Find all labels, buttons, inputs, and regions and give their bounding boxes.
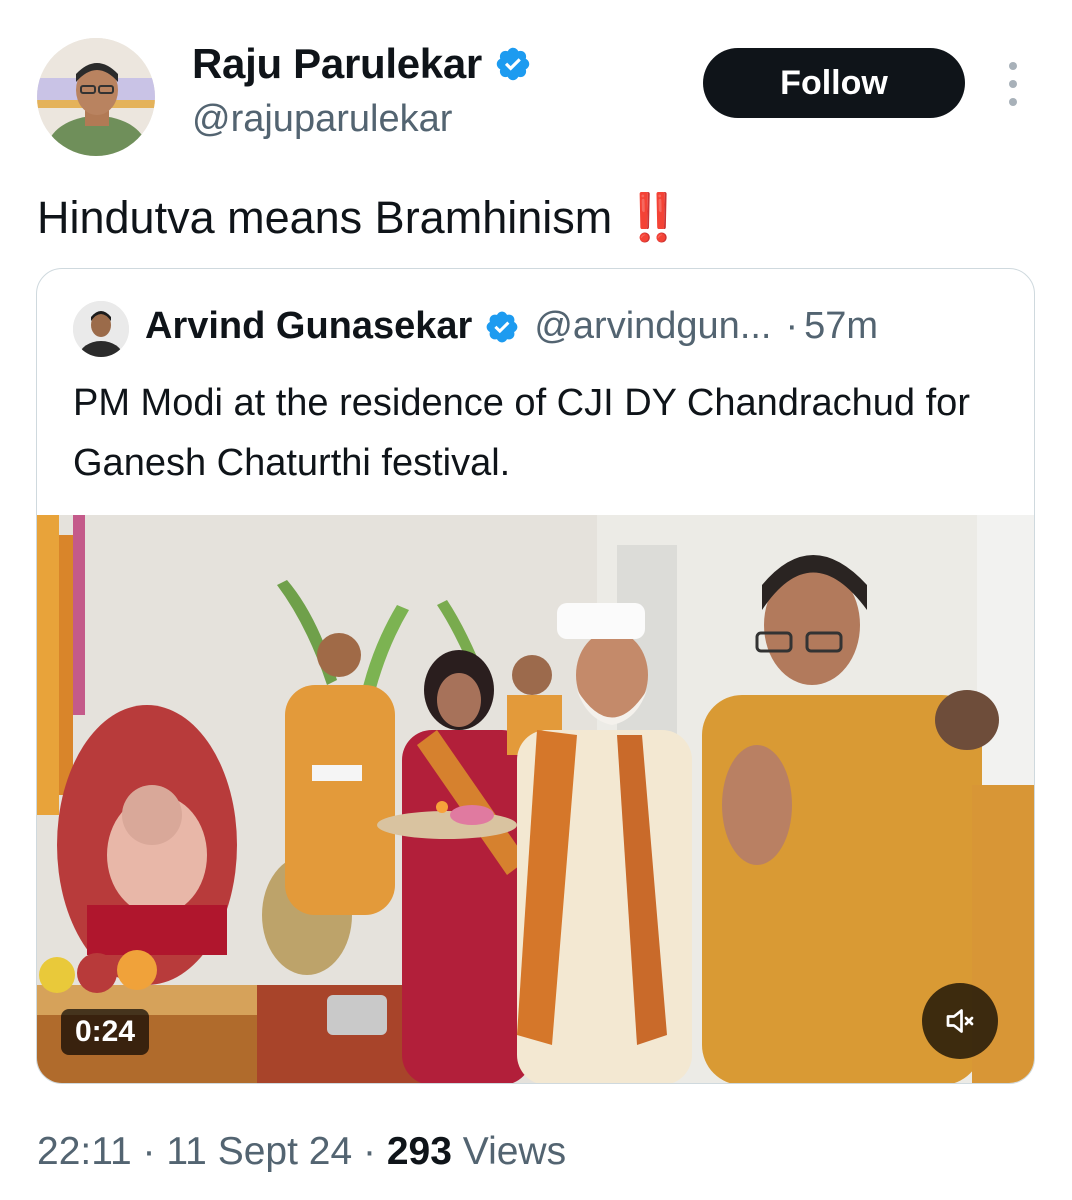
verified-badge-icon	[496, 47, 530, 81]
meta-separator: ·	[363, 1130, 376, 1173]
tweet-text-body: Hindutva means Bramhinism	[37, 192, 613, 243]
tweet-meta: 22:11 · 11 Sept 24 · 293 Views	[37, 1130, 566, 1174]
video-frame	[37, 515, 1034, 1083]
volume-muted-icon[interactable]	[922, 983, 998, 1059]
tweet-time[interactable]: 22:11	[37, 1130, 132, 1173]
views-count: 293	[386, 1130, 452, 1173]
tweet-date[interactable]: 11 Sept 24	[166, 1130, 352, 1173]
quoted-header: Arvind Gunasekar @arvindgun... · 57m	[145, 305, 878, 348]
tweet-text: Hindutva means Bramhinism ‼️	[37, 188, 682, 247]
video-duration-badge: 0:24	[61, 1009, 150, 1055]
author-name-row: Raju Parulekar	[192, 40, 532, 88]
quoted-author-avatar[interactable]	[73, 301, 129, 357]
author-avatar[interactable]	[37, 38, 155, 156]
quoted-tweet-card[interactable]: Arvind Gunasekar @arvindgun... · 57m PM …	[36, 268, 1035, 1084]
quoted-author-name[interactable]: Arvind Gunasekar	[145, 305, 472, 348]
author-handle[interactable]: @rajuparulekar	[192, 98, 452, 141]
follow-button[interactable]: Follow	[703, 48, 965, 118]
meta-separator: ·	[142, 1130, 156, 1173]
quoted-tweet-text: PM Modi at the residence of CJI DY Chand…	[73, 382, 970, 484]
quoted-separator: ·	[785, 305, 799, 347]
author-name[interactable]: Raju Parulekar	[192, 40, 482, 88]
video-player[interactable]: 0:24	[37, 515, 1034, 1083]
views-label: Views	[462, 1130, 567, 1173]
double-exclamation-emoji: ‼️	[624, 191, 682, 243]
quoted-author-handle[interactable]: @arvindgun...	[534, 305, 771, 348]
quoted-timestamp[interactable]: 57m	[804, 305, 878, 348]
verified-badge-icon	[486, 311, 518, 342]
more-vertical-icon[interactable]	[996, 62, 1030, 106]
